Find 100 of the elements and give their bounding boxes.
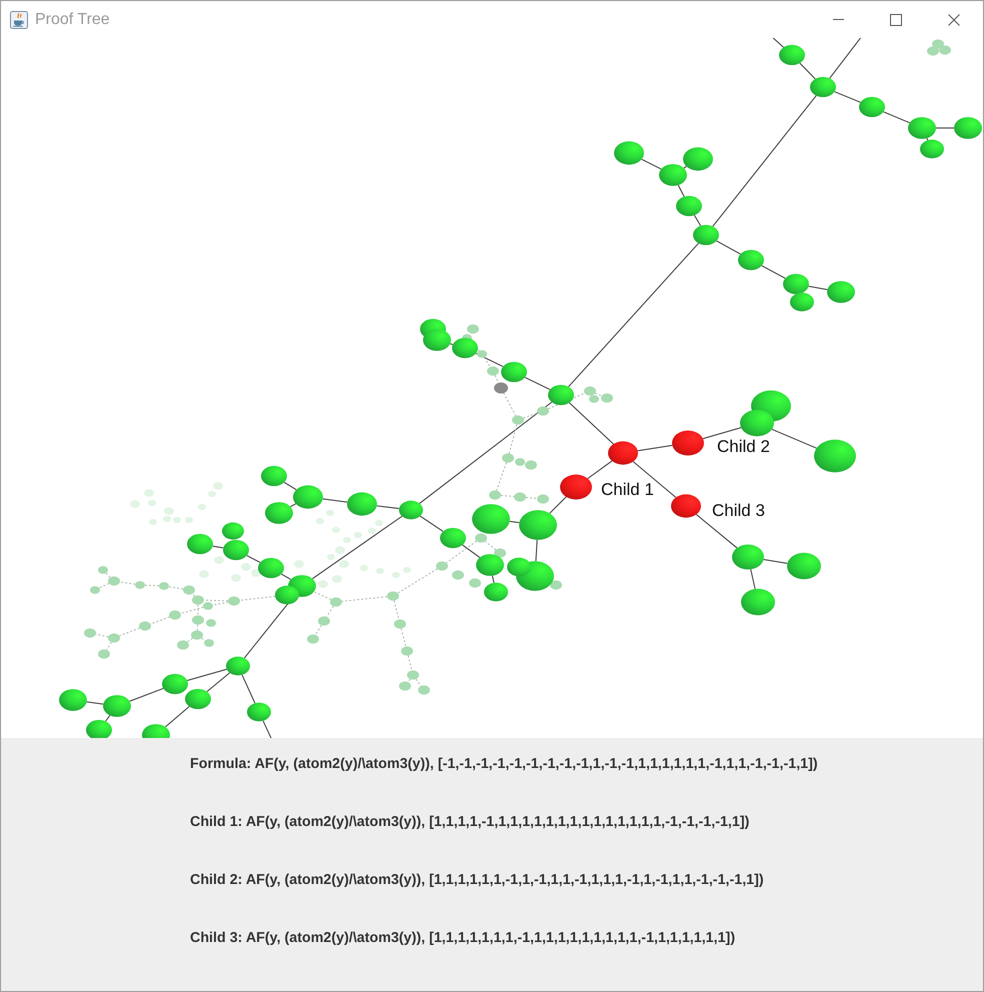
tree-node[interactable] [507,558,531,576]
faded-tree-node[interactable] [98,566,108,574]
tree-node[interactable] [859,96,885,118]
faded-tree-node[interactable] [183,585,195,595]
faint-tree-node[interactable] [164,507,174,515]
faded-tree-node[interactable] [494,548,506,558]
faded-tree-node[interactable] [475,533,487,543]
faded-tree-node[interactable] [487,366,499,376]
tree-node[interactable] [676,196,702,216]
faded-tree-node[interactable] [387,591,399,601]
tree-node[interactable] [142,724,170,738]
faded-tree-node[interactable] [537,406,549,416]
faint-tree-node[interactable] [403,566,411,574]
faded-tree-node[interactable] [512,415,524,425]
faint-tree-node[interactable] [360,564,368,572]
tree-node[interactable] [920,140,944,158]
faint-tree-node[interactable] [327,554,335,560]
current-node[interactable] [608,441,638,465]
tree-node[interactable] [226,656,250,676]
faint-tree-node[interactable] [173,516,181,524]
child-node[interactable] [672,430,704,456]
tree-node[interactable] [247,702,271,722]
faded-tree-node[interactable] [192,595,204,605]
faded-tree-node[interactable] [98,649,110,659]
faded-tree-node[interactable] [318,616,330,626]
tree-node[interactable] [347,492,377,516]
faded-tree-node[interactable] [159,582,169,590]
tree-node[interactable] [790,292,814,312]
faded-tree-node[interactable] [191,630,203,640]
faint-tree-node[interactable] [343,536,351,544]
faded-tree-node[interactable] [502,453,514,463]
faded-tree-node[interactable] [204,639,214,647]
tree-node[interactable] [59,689,87,711]
tree-node[interactable] [258,558,284,578]
faded-tree-node[interactable] [589,395,599,403]
tree-node[interactable] [472,504,510,534]
child-node[interactable] [560,474,592,500]
faint-tree-node[interactable] [214,556,224,564]
faint-tree-node[interactable] [326,510,334,516]
faded-tree-node[interactable] [394,619,406,629]
faded-tree-node[interactable] [939,45,951,55]
tree-node[interactable] [103,695,131,717]
tree-node[interactable] [548,384,574,406]
faded-tree-node[interactable] [477,350,487,358]
faded-tree-node[interactable] [401,646,413,656]
tree-node[interactable] [659,164,687,186]
tree-node[interactable] [162,674,188,694]
tree-node[interactable] [741,588,775,616]
tree-node[interactable] [423,329,451,351]
tree-node[interactable] [738,250,764,270]
faint-tree-node[interactable] [354,532,362,538]
faded-tree-node[interactable] [407,670,419,680]
faded-tree-node[interactable] [307,634,319,644]
tree-node[interactable] [185,688,211,710]
faint-tree-node[interactable] [241,563,251,571]
tree-node[interactable] [222,522,244,540]
tree-node[interactable] [293,485,323,509]
tree-node[interactable] [476,554,504,576]
tree-node[interactable] [783,274,809,294]
faded-tree-node[interactable] [537,494,549,504]
tree-node[interactable] [693,224,719,246]
faint-tree-node[interactable] [318,580,328,588]
faded-tree-node[interactable] [927,46,939,56]
faded-tree-node[interactable] [515,458,525,466]
faint-tree-node[interactable] [198,504,206,510]
tree-node[interactable] [732,544,764,570]
faint-tree-node[interactable] [163,516,171,522]
faint-tree-node[interactable] [148,500,156,506]
tree-node[interactable] [86,720,112,738]
faint-tree-node[interactable] [376,568,384,574]
faint-tree-node[interactable] [213,482,223,490]
faint-tree-node[interactable] [332,575,342,583]
faded-tree-node[interactable] [203,602,213,610]
faded-tree-node[interactable] [228,596,240,606]
tree-node[interactable] [810,76,836,98]
tree-node[interactable] [187,534,213,554]
faded-tree-node[interactable] [550,580,562,590]
faint-tree-node[interactable] [231,574,241,582]
faint-tree-node[interactable] [368,528,376,534]
faded-tree-node[interactable] [514,492,526,502]
faded-tree-node[interactable] [90,586,100,594]
tree-node[interactable] [614,141,644,165]
faint-tree-node[interactable] [130,500,140,508]
faded-tree-node[interactable] [467,324,479,334]
tree-node[interactable] [740,410,774,436]
faded-tree-node[interactable] [330,597,342,607]
faded-tree-node[interactable] [206,619,216,627]
faint-tree-node[interactable] [335,546,345,554]
tree-node[interactable] [440,528,466,548]
faint-tree-node[interactable] [392,572,400,578]
faint-tree-node[interactable] [144,489,154,497]
tree-node[interactable] [261,466,287,486]
faded-tree-node[interactable] [399,681,411,691]
faded-tree-node[interactable] [84,628,96,638]
tree-node[interactable] [683,147,713,171]
faint-tree-node[interactable] [185,516,193,524]
faded-tree-node[interactable] [418,685,430,695]
tree-node[interactable] [954,117,982,139]
faint-tree-node[interactable] [332,526,340,534]
tree-node[interactable] [814,440,856,472]
